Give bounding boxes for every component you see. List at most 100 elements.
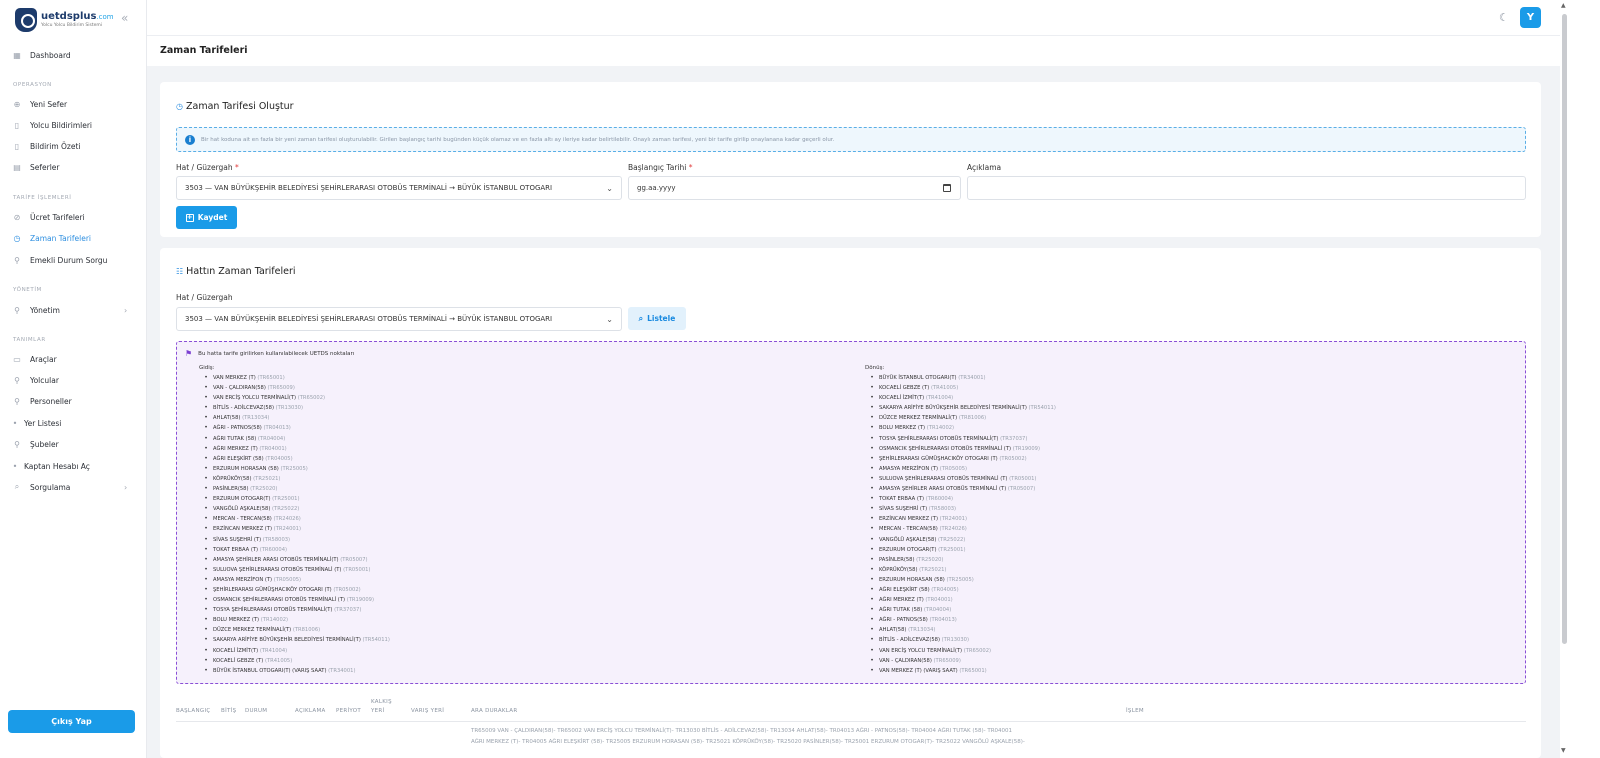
stop-code: (TR24026)	[273, 516, 301, 523]
stop-name: KOCAELİ GEBZE (T)	[213, 657, 264, 664]
stop-code: (TR34001)	[328, 667, 356, 674]
stop-code: (TR13034)	[908, 627, 936, 634]
stop-list-item: ERZURUM HORASAN (58) (TR25005)	[199, 464, 390, 474]
sidebar-item-label: Bildirim Özeti	[30, 141, 81, 151]
stop-list-item: AMASYA MERZİFON (T) (TR05005)	[865, 464, 1056, 474]
stop-name: BİTLİS - ADİLCEVAZ(58)	[213, 405, 274, 412]
stop-name: BÜYÜK İSTANBUL OTOGARI(T) (VARIŞ SAAT)	[213, 667, 327, 674]
stop-code: (TR05001)	[343, 566, 371, 573]
collapse-sidebar-icon[interactable]: «	[121, 11, 128, 25]
page-title: Zaman Tarifeleri	[160, 45, 248, 56]
stop-list-item: KOCAELİ GEBZE (T) (TR41005)	[199, 656, 390, 666]
stop-code: (TR25021)	[253, 475, 281, 482]
sidebar-item-label: Yönetim	[30, 305, 60, 315]
sidebar-item-ucret-tarifeleri[interactable]: ⊘ Ücret Tarifeleri	[12, 210, 85, 224]
clock-icon: ◷	[176, 102, 183, 111]
stop-name: VAN MERKEZ (T) (VARIŞ SAAT)	[879, 667, 958, 674]
sidebar-item-emekli-durum-sorgu[interactable]: ⚲ Emekli Durum Sorgu	[12, 253, 107, 267]
stop-list-item: DÜZCE MERKEZ TERMİNALİ(T) (TR81006)	[199, 625, 390, 635]
start-date-input[interactable]: gg.aa.yyyy	[628, 176, 961, 200]
sidebar-item-subeler[interactable]: ⚲ Şubeler	[12, 437, 59, 451]
stop-name: ŞEHİRLERARASI GÜMÜŞHACIKÖY OTOGARI (T)	[879, 455, 998, 462]
scroll-down-arrow-icon[interactable]: ▼	[1561, 747, 1566, 754]
sidebar-item-seferler[interactable]: ▤ Seferler	[12, 160, 59, 174]
stop-code: (TR65001)	[257, 375, 285, 381]
stop-name: AĞRI - PATNOS(58)	[879, 617, 928, 624]
sidebar-item-zaman-tarifeleri[interactable]: ◷ Zaman Tarifeleri	[12, 231, 92, 245]
sidebar-item-yolcu-bildirimleri[interactable]: ▯ Yolcu Bildirimleri	[12, 118, 92, 132]
stop-code: (TR19009)	[1012, 445, 1041, 452]
stop-list-item: AĞRI MERKEZ (T) (TR04001)	[199, 444, 390, 454]
logo-tagline: Yolcu Yolcu Bildirim Sistemi	[41, 22, 103, 28]
stop-code: (TR41005)	[930, 385, 959, 392]
sidebar-item-yeni-sefer[interactable]: ⊕ Yeni Sefer	[12, 97, 68, 111]
stop-code: (TR65001)	[959, 667, 987, 674]
save-button-label: Kaydet	[197, 213, 228, 222]
stop-list-item: VAN - ÇALDIRAN(58) (TR65009)	[199, 383, 390, 393]
sidebar-item-personeller[interactable]: ⚲ Personeller	[12, 394, 72, 408]
sidebar-item-araclar[interactable]: ▭ Araçlar	[12, 352, 56, 366]
sidebar-item-sorgulama[interactable]: ⌕ Sorgulama	[12, 480, 71, 494]
sidebar-item-dashboard[interactable]: ▦ Dashboard	[12, 48, 70, 62]
stop-list-item: ERZURUM OTOGAR(T) (TR25001)	[199, 494, 390, 504]
stop-list-item: ERZİNCAN MERKEZ (T) (TR24001)	[865, 514, 1056, 524]
stop-code: (TR25001)	[938, 546, 966, 553]
route-filter-select[interactable]: 3503 — VAN BÜYÜKŞEHİR BELEDİYESİ ŞEHİRLE…	[176, 307, 622, 331]
outbound-title: Gidiş:	[199, 365, 215, 371]
stop-name: SULUOVA ŞEHİRLERARASI OTOBÜS TERMİNALİ (…	[213, 566, 342, 573]
avatar[interactable]: Y	[1520, 7, 1541, 28]
stop-list-item: AĞRI TUTAK (58) (TR04004)	[865, 605, 1056, 615]
chevron-down-icon: ⌄	[606, 184, 613, 193]
stop-list-item: VAN MERKEZ (T) (VARIŞ SAAT) (TR65001)	[865, 666, 1056, 676]
dot-icon: •	[12, 461, 18, 471]
stop-code: (TR54011)	[1028, 405, 1056, 412]
stop-name: MERCAN - TERCAN(58)	[879, 526, 938, 533]
stop-name: ERZİNCAN MERKEZ (T)	[213, 526, 273, 533]
description-input[interactable]	[967, 176, 1526, 200]
stop-list-item: DÜZCE MERKEZ TERMİNALİ(T) (TR81006)	[865, 413, 1056, 423]
list-button[interactable]: ⌕ Listele	[628, 307, 686, 330]
sidebar-item-kaptan-hesabi-ac[interactable]: • Kaptan Hesabı Aç	[12, 459, 90, 473]
required-mark: *	[235, 163, 239, 172]
col-periyot: PERİYOT	[336, 708, 362, 714]
scroll-up-arrow-icon[interactable]: ▲	[1561, 2, 1566, 9]
stop-name: AMASYA ŞEHİRLER ARASI OTOBÜS TERMİNALİ (…	[879, 486, 1007, 493]
stop-list-item: BOLU MERKEZ (T) (TR14002)	[199, 615, 390, 625]
save-button[interactable]: + Kaydet	[176, 206, 237, 229]
sidebar-item-yer-listesi[interactable]: • Yer Listesi	[12, 416, 62, 430]
stop-name: SULUOVA ŞEHİRLERARASI OTOBÜS TERMİNALİ (…	[879, 475, 1008, 482]
stop-name: OSMANCIK ŞEHİRLERARASI OTOBÜS TERMİNALİ …	[213, 597, 346, 604]
stop-list-item: AĞRI - PATNOS(58) (TR04013)	[199, 423, 390, 433]
sidebar-item-label: Personeller	[30, 396, 72, 406]
list-icon: ▤	[13, 162, 21, 172]
stop-name: DÜZCE MERKEZ TERMİNALİ(T)	[213, 627, 292, 634]
stop-code: (TR60004)	[259, 546, 288, 553]
route-select[interactable]: 3503 — VAN BÜYÜKŞEHİR BELEDİYESİ ŞEHİRLE…	[176, 176, 622, 200]
sidebar-item-bildirim-ozeti[interactable]: ▯ Bildirim Özeti	[12, 139, 81, 153]
moon-icon[interactable]: ☾	[1499, 11, 1509, 24]
stop-code: (TR04001)	[259, 445, 287, 452]
col-kalkis-line2: YERİ	[371, 708, 385, 714]
table-cell-stops-line1: TR65009 VAN - ÇALDIRAN(58)- TR65002 VAN …	[471, 728, 1013, 734]
stop-list-item: VAN MERKEZ (T) (TR65001)	[199, 373, 390, 383]
app-logo[interactable]: uetdsplus.com Yolcu Yolcu Bildirim Siste…	[15, 6, 114, 34]
stop-list-item: VANGÖLÜ AŞKALE(58) (TR25022)	[865, 535, 1056, 545]
logout-button[interactable]: Çıkış Yap	[8, 710, 135, 733]
stop-list-item: ERZURUM OTOGAR(T) (TR25001)	[865, 545, 1056, 555]
stop-list-item: KOCAELİ İZMİT(T) (TR41004)	[199, 646, 390, 656]
stop-list-item: TOSYA ŞEHİRLERARASI OTOBÜS TERMİNALİ(T) …	[865, 434, 1056, 444]
logo-shield-icon	[15, 8, 37, 32]
stop-list-item: ERZİNCAN MERKEZ (T) (TR24001)	[199, 524, 390, 534]
page-scrollbar-thumb[interactable]	[1562, 14, 1567, 644]
stop-list-item: KOCAELİ GEBZE (T) (TR41005)	[865, 383, 1056, 393]
logo-text: uetdsplus.com Yolcu Yolcu Bildirim Siste…	[41, 11, 114, 29]
sidebar-item-yonetim[interactable]: ⚲ Yönetim	[12, 303, 60, 317]
stop-list-item: SULUOVA ŞEHİRLERARASI OTOBÜS TERMİNALİ (…	[199, 565, 390, 575]
stop-list-item: ERZURUM HORASAN (58) (TR25005)	[865, 575, 1056, 585]
col-aciklama: AÇIKLAMA	[295, 708, 326, 714]
stop-list-item: SAKARYA ARİFİYE BÜYÜKŞEHİR BELEDİYESİ TE…	[199, 635, 390, 645]
calendar-icon[interactable]	[943, 184, 951, 192]
sidebar-item-yolcular[interactable]: ⚲ Yolcular	[12, 373, 59, 387]
stop-code: (TR65009)	[933, 657, 961, 664]
col-baslangic: BAŞLANGIÇ	[176, 708, 211, 714]
